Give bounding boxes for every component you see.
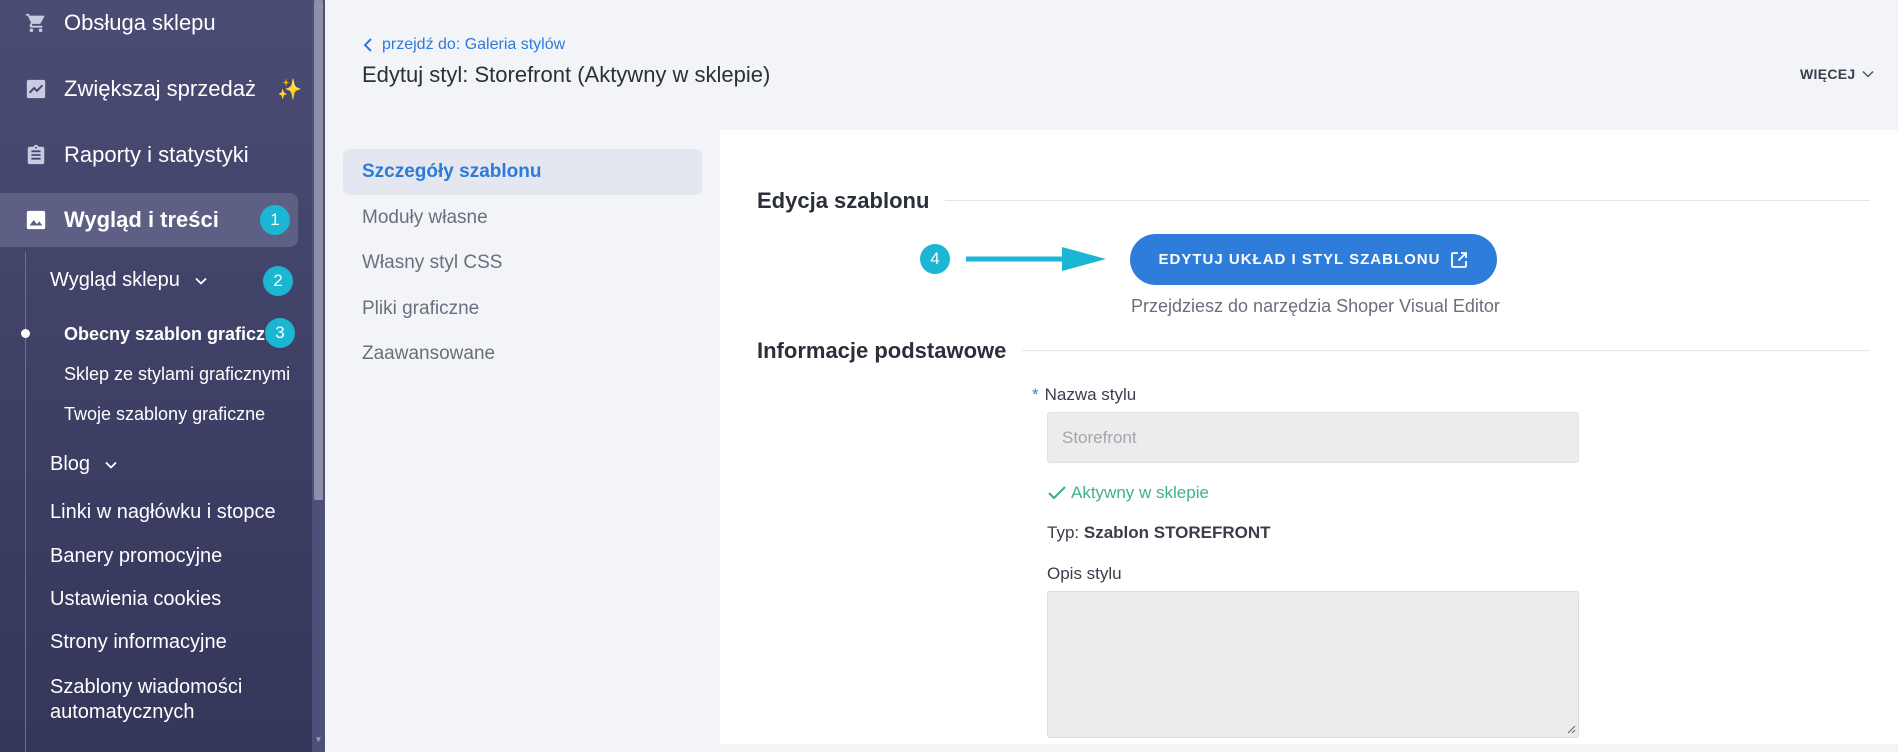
status-label: Aktywny w sklepie (1071, 483, 1209, 502)
sidebar-subitem-linki[interactable]: Linki w nagłówku i stopce (50, 501, 276, 524)
sidebar-subitem-label: Blog (50, 453, 91, 475)
sidebar-item-label: Zwiększaj sprzedaż (64, 76, 256, 101)
step-badge: 4 (920, 244, 950, 274)
status-active: Aktywny w sklepie (1047, 483, 1209, 503)
page-title: Edytuj styl: Storefront (Aktywny w sklep… (362, 62, 771, 87)
breadcrumb[interactable]: przejdź do: Galeria stylów (362, 36, 565, 54)
sparkle-icon: ✨ (277, 78, 302, 101)
sidebar-subitem-label: Wygląd sklepu (50, 269, 180, 291)
sidebar-item-label: Raporty i statystyki (64, 142, 249, 167)
sidebar-item-label: Obsługa sklepu (64, 10, 216, 35)
tab-szczegoly-szablonu[interactable]: Szczegóły szablonu (343, 149, 702, 195)
sidebar-item-label: Wygląd i treści (64, 207, 219, 232)
tab-moduly-wlasne[interactable]: Moduły własne (343, 195, 702, 241)
section-title-edycja: Edycja szablonu (757, 188, 946, 214)
active-indicator-dot (21, 329, 30, 338)
sidebar-item-zwiekszaj-sprzedaz[interactable]: Zwiększaj sprzedaż ✨ (0, 62, 302, 116)
cart-icon (24, 11, 48, 35)
sidebar-subitem-label: Szablony wiadomości (50, 676, 243, 698)
editor-hint: Przejdziesz do narzędzia Shoper Visual E… (1131, 296, 1500, 316)
more-dropdown-button[interactable]: WIĘCEJ (1800, 66, 1875, 82)
clipboard-icon (24, 143, 48, 167)
name-field-label: * Nazwa stylu (1032, 385, 1137, 404)
sidebar-item-obsluga-sklepu[interactable]: Obsługa sklepu (0, 0, 298, 50)
sidebar-subitem-sklep-ze-stylami[interactable]: Sklep ze stylami graficznymi (64, 364, 290, 385)
tab-wlasny-styl-css[interactable]: Własny styl CSS (343, 240, 702, 286)
sidebar-subitem-szablony-wiadomosci[interactable]: Szablony wiadomości automatycznych (50, 675, 242, 725)
chevron-left-icon (362, 37, 374, 53)
sidebar-item-wyglad-i-tresci[interactable]: Wygląd i treści 1 (0, 193, 298, 247)
sidebar-subitem-obecny-szablon[interactable]: Obecny szablon graficzny (64, 324, 286, 345)
trending-up-icon (24, 77, 48, 101)
panel-bottom-edge (720, 744, 1898, 752)
style-name-input[interactable] (1047, 412, 1579, 463)
step-badge: 2 (263, 266, 293, 296)
external-link-icon (1450, 251, 1468, 269)
tab-pliki-graficzne[interactable]: Pliki graficzne (343, 286, 702, 332)
resize-grip-icon[interactable] (1566, 724, 1576, 734)
section-divider (1000, 350, 1870, 351)
sidebar-scrollbar-thumb[interactable] (314, 0, 323, 500)
template-type: Typ: Szablon STOREFRONT (1047, 523, 1271, 542)
required-asterisk: * (1032, 385, 1039, 404)
more-label: WIĘCEJ (1800, 66, 1856, 82)
section-title-informacje: Informacje podstawowe (757, 338, 1023, 364)
edit-button-label: EDYTUJ UKŁAD I STYL SZABLONU (1158, 251, 1441, 268)
scroll-down-arrow-icon[interactable]: ▼ (314, 736, 323, 744)
sidebar-subitem-strony[interactable]: Strony informacyjne (50, 631, 227, 654)
image-icon (24, 208, 48, 232)
section-divider (930, 200, 1870, 201)
breadcrumb-label: przejdź do: Galeria stylów (382, 36, 566, 53)
sidebar: Obsługa sklepu Zwiększaj sprzedaż ✨ Rapo… (0, 0, 325, 752)
sidebar-subitem-cookies[interactable]: Ustawienia cookies (50, 588, 221, 611)
sidebar-subitem-wyglad-sklepu[interactable]: Wygląd sklepu (50, 269, 208, 292)
chevron-down-icon (104, 458, 118, 472)
template-type-value: Szablon STOREFRONT (1083, 523, 1271, 542)
arrow-right-icon (966, 247, 1106, 271)
sidebar-subitem-banery[interactable]: Banery promocyjne (50, 545, 222, 568)
submenu-guide-line (25, 252, 26, 752)
check-icon (1047, 485, 1067, 501)
edit-layout-style-button[interactable]: EDYTUJ UKŁAD I STYL SZABLONU (1130, 234, 1497, 285)
chevron-down-icon (194, 274, 208, 288)
sidebar-subitem-blog[interactable]: Blog (50, 453, 118, 476)
sidebar-subitem-twoje-szablony[interactable]: Twoje szablony graficzne (64, 404, 265, 425)
desc-field-label: Opis stylu (1047, 564, 1122, 583)
style-description-textarea[interactable] (1047, 591, 1579, 738)
sidebar-subitem-label-line2: automatycznych (50, 701, 195, 723)
tab-zaawansowane[interactable]: Zaawansowane (343, 331, 702, 377)
chevron-down-icon (1861, 67, 1875, 81)
step-badge: 1 (260, 205, 290, 235)
sidebar-item-raporty[interactable]: Raporty i statystyki (0, 128, 298, 182)
step-badge: 3 (265, 318, 295, 348)
